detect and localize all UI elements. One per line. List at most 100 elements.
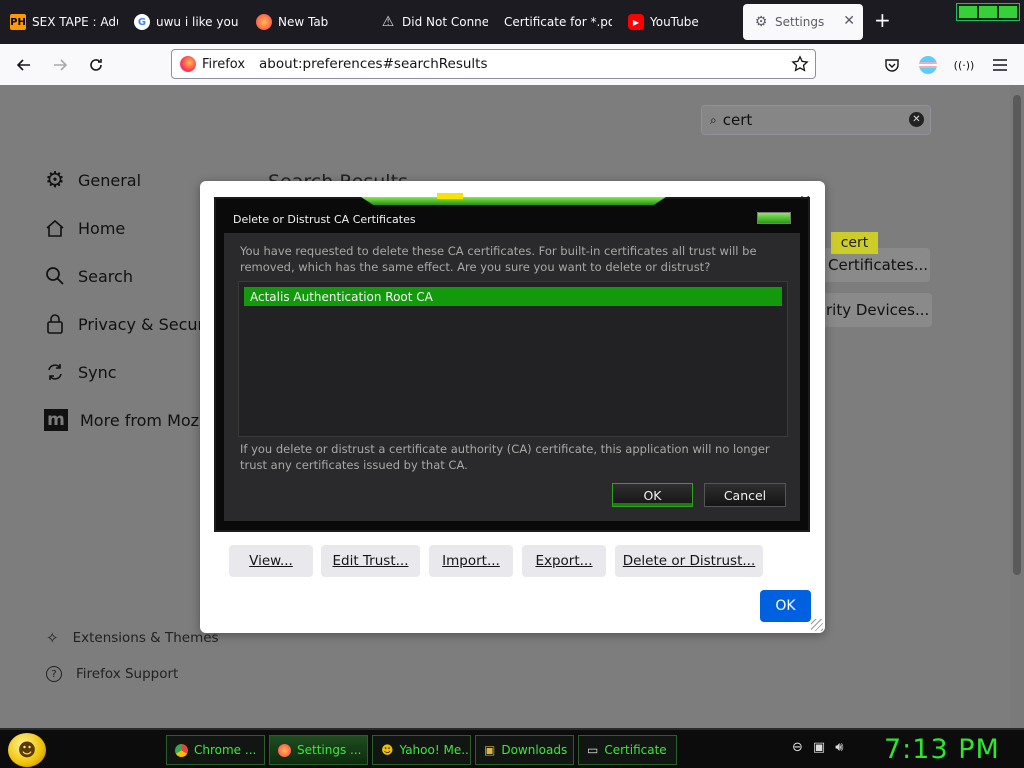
taskbar-label: Certificate bbox=[604, 743, 667, 757]
button-label: Delete or Distrust... bbox=[622, 553, 756, 569]
titlebar-meter-icon bbox=[757, 212, 791, 224]
tab-new-tab[interactable]: New Tab bbox=[246, 4, 364, 40]
taskbar-label: Settings ... bbox=[297, 743, 362, 757]
export-button[interactable]: Export... bbox=[522, 545, 606, 577]
forward-arrow-icon[interactable] bbox=[48, 53, 72, 77]
sidebar-item-general[interactable]: ⚙ General bbox=[44, 168, 141, 193]
lock-icon bbox=[44, 313, 66, 335]
ok-button[interactable]: OK bbox=[760, 590, 811, 622]
downloads-icon: ▣ bbox=[484, 743, 496, 757]
taskbar-certificate[interactable]: ▭ Certificate bbox=[578, 735, 677, 765]
google-favicon-icon: G bbox=[134, 14, 150, 30]
back-arrow-icon[interactable] bbox=[12, 53, 36, 77]
button-label: Cancel bbox=[723, 487, 767, 503]
account-avatar-icon[interactable] bbox=[916, 53, 940, 77]
taskbar-downloads[interactable]: ▣ Downloads bbox=[475, 735, 574, 765]
button-label: OK bbox=[775, 598, 796, 614]
home-icon bbox=[44, 217, 66, 239]
yahoo-smiley-icon: ☻ bbox=[381, 743, 394, 757]
taskbar-clock[interactable]: 7:13 PM bbox=[884, 734, 1000, 765]
taskbar-chrome[interactable]: Chrome ... bbox=[166, 735, 265, 765]
confirm-cancel-button[interactable]: Cancel bbox=[704, 483, 786, 507]
system-tray: ⊖ ▣ 🔊︎ bbox=[792, 740, 843, 755]
sidebar-item-label: Sync bbox=[78, 362, 117, 382]
button-label: Edit Trust... bbox=[332, 553, 409, 569]
taskbar-yahoo[interactable]: ☻ Yahoo! Me... bbox=[372, 735, 471, 765]
sidebar-item-search[interactable]: Search bbox=[44, 265, 133, 287]
search-icon: ⌕ bbox=[710, 112, 717, 127]
firefox-support-link[interactable]: ? Firefox Support bbox=[46, 666, 178, 682]
tray-circle-icon[interactable]: ⊖ bbox=[792, 740, 803, 755]
list-item[interactable]: Actalis Authentication Root CA bbox=[244, 287, 782, 306]
sidebar-item-label: More from Mozill bbox=[80, 410, 213, 430]
sidebar-item-home[interactable]: Home bbox=[44, 217, 125, 239]
tab-sex-tape[interactable]: PH SEX TAPE : Adu bbox=[0, 4, 118, 40]
tab-uwu[interactable]: G uwu i like you bbox=[124, 4, 242, 40]
close-tab-icon[interactable]: ✕ bbox=[843, 13, 855, 29]
sidebar-item-more-from-mozilla[interactable]: m More from Mozill bbox=[44, 409, 212, 431]
dialog-body: You have requested to delete these CA ce… bbox=[224, 233, 800, 521]
help-icon: ? bbox=[46, 666, 62, 682]
pocket-icon[interactable] bbox=[880, 53, 904, 77]
firefox-icon bbox=[278, 743, 291, 757]
start-smiley-icon[interactable]: ☻ bbox=[8, 733, 46, 767]
tab-title: SEX TAPE : Adu bbox=[32, 15, 118, 29]
titlebar-marker bbox=[437, 193, 463, 199]
firefox-favicon-icon bbox=[256, 14, 272, 30]
tab-title: Certificate for *.po bbox=[504, 15, 612, 29]
certificate-list[interactable]: Actalis Authentication Root CA bbox=[238, 281, 788, 437]
taskbar-label: Chrome ... bbox=[194, 743, 257, 757]
view-button[interactable]: View... bbox=[229, 545, 313, 577]
footer-label: Firefox Support bbox=[76, 666, 179, 682]
settings-search-input[interactable]: ⌕ cert ✕ bbox=[701, 105, 931, 135]
sidebar-item-label: Search bbox=[78, 266, 133, 286]
identity-box[interactable]: Firefox bbox=[172, 56, 253, 72]
extension-icon[interactable]: ((·)) bbox=[952, 53, 976, 77]
tab-title: New Tab bbox=[278, 15, 329, 29]
import-button[interactable]: Import... bbox=[429, 545, 513, 577]
security-devices-button[interactable]: rity Devices... bbox=[810, 293, 932, 327]
sidebar-item-sync[interactable]: Sync bbox=[44, 361, 117, 383]
volume-icon[interactable]: 🔊︎ bbox=[835, 740, 843, 755]
button-label: Export... bbox=[535, 553, 593, 569]
chrome-icon bbox=[175, 743, 188, 757]
tab-youtube[interactable]: ▶ YouTube bbox=[618, 4, 736, 40]
sidebar-item-privacy[interactable]: Privacy & Security bbox=[44, 313, 224, 335]
identity-label: Firefox bbox=[202, 56, 246, 72]
tab-title: Did Not Conne bbox=[402, 15, 488, 29]
hamburger-menu-icon[interactable] bbox=[988, 53, 1012, 77]
search-value: cert bbox=[722, 111, 753, 129]
page-scrollbar[interactable] bbox=[1010, 85, 1024, 728]
pornhub-favicon-icon: PH bbox=[10, 14, 26, 30]
resize-grip[interactable] bbox=[811, 619, 823, 631]
magnifier-icon bbox=[44, 265, 66, 287]
tab-did-not-connect[interactable]: ⚠ Did Not Conne bbox=[370, 4, 488, 40]
document-icon: ▭ bbox=[587, 743, 599, 757]
confirm-ok-button[interactable]: OK bbox=[612, 483, 693, 507]
delete-or-distrust-button[interactable]: Delete or Distrust... bbox=[615, 545, 763, 577]
footer-label: Extensions & Themes bbox=[72, 630, 219, 646]
new-tab-plus-icon[interactable]: + bbox=[874, 10, 891, 30]
gear-icon: ⚙ bbox=[754, 14, 768, 30]
mozilla-m-icon: m bbox=[44, 409, 68, 431]
dialog-title: Delete or Distrust CA Certificates bbox=[233, 213, 416, 226]
sync-icon bbox=[44, 361, 66, 383]
tab-certificate[interactable]: Certificate for *.po bbox=[494, 4, 612, 40]
extensions-themes-link[interactable]: ✧ Extensions & Themes bbox=[46, 629, 219, 647]
reload-icon[interactable] bbox=[84, 53, 108, 77]
network-icon[interactable]: ▣ bbox=[813, 740, 825, 755]
edit-trust-button[interactable]: Edit Trust... bbox=[321, 545, 420, 577]
nav-toolbar: Firefox about:preferences#searchResults … bbox=[0, 44, 1024, 85]
warning-icon: ⚠ bbox=[381, 14, 395, 30]
system-meter bbox=[956, 3, 1020, 21]
scrollbar-thumb[interactable] bbox=[1013, 95, 1021, 575]
taskbar-settings[interactable]: Settings ... bbox=[269, 735, 368, 765]
bookmark-star-icon[interactable] bbox=[791, 55, 809, 77]
url-bar[interactable]: Firefox about:preferences#searchResults bbox=[171, 49, 816, 79]
tab-settings[interactable]: ⚙ Settings ✕ bbox=[743, 4, 863, 40]
taskbar-label: Yahoo! Me... bbox=[399, 743, 471, 757]
clear-search-icon[interactable]: ✕ bbox=[909, 112, 924, 127]
url-text[interactable]: about:preferences#searchResults bbox=[259, 56, 487, 72]
tab-title: uwu i like you bbox=[156, 15, 239, 29]
button-label: Import... bbox=[442, 553, 500, 569]
